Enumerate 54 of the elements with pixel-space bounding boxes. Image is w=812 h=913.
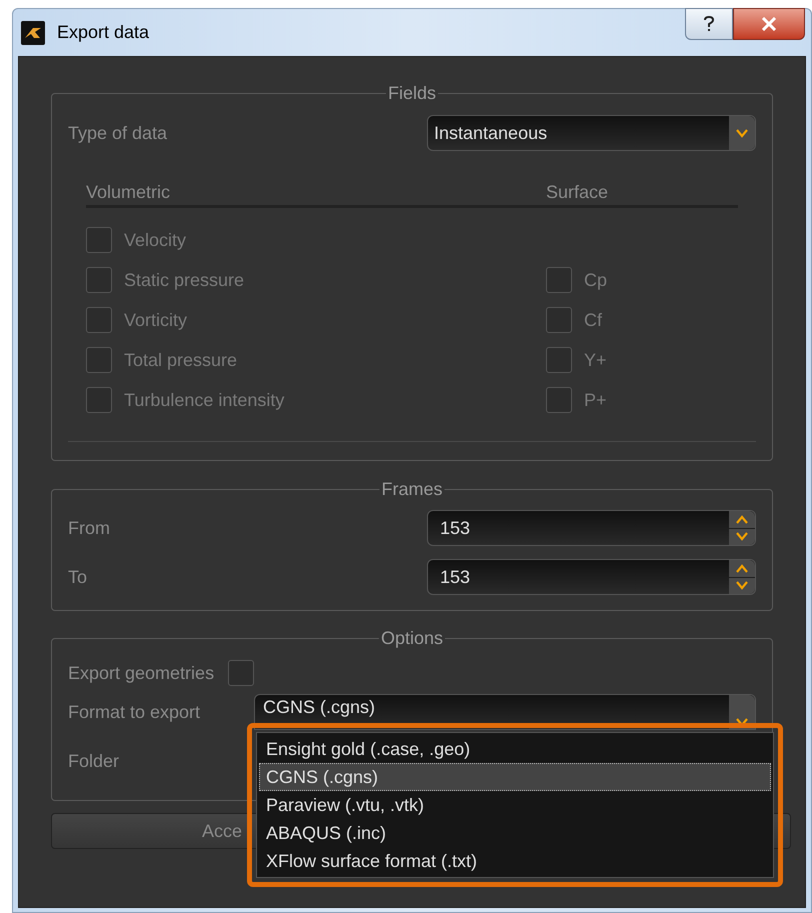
app-logo-icon bbox=[21, 20, 45, 44]
increment-button[interactable] bbox=[729, 560, 755, 576]
type-of-data-dropdown[interactable]: Instantaneous bbox=[427, 115, 756, 151]
checkbox-label: Cf bbox=[584, 308, 602, 332]
column-heading: Surface bbox=[546, 181, 608, 204]
checkbox[interactable] bbox=[86, 307, 112, 333]
checkbox[interactable] bbox=[546, 387, 572, 413]
spinbox-value: 153 bbox=[440, 516, 472, 540]
dropdown-option[interactable]: CGNS (.cgns) bbox=[259, 763, 771, 791]
decrement-button[interactable] bbox=[729, 528, 755, 545]
field-label: Format to export bbox=[68, 700, 202, 724]
chevron-down-icon bbox=[735, 532, 749, 542]
dropdown-value: Instantaneous bbox=[434, 122, 548, 144]
help-button[interactable] bbox=[685, 8, 733, 40]
close-icon bbox=[761, 17, 777, 31]
spinbox-value: 153 bbox=[440, 566, 472, 588]
checkbox-label: Total pressure bbox=[124, 348, 238, 372]
chevron-up-icon bbox=[735, 514, 749, 524]
field-label: Folder bbox=[68, 750, 120, 772]
checkbox[interactable] bbox=[86, 227, 112, 253]
chevron-down-icon bbox=[735, 128, 749, 138]
checkbox-label: P+ bbox=[584, 388, 607, 412]
dropdown-option[interactable]: ABAQUS (.inc) bbox=[259, 819, 771, 847]
checkbox-label: Y+ bbox=[584, 348, 607, 372]
chevron-up-icon bbox=[735, 564, 749, 573]
dropdown-value: CGNS (.cgns) bbox=[263, 697, 376, 717]
checkbox[interactable] bbox=[228, 660, 254, 686]
dropdown-option[interactable]: Paraview (.vtu, .vtk) bbox=[259, 791, 771, 819]
checkbox[interactable] bbox=[546, 267, 572, 293]
checkbox[interactable] bbox=[546, 347, 572, 373]
decrement-button[interactable] bbox=[729, 578, 755, 594]
checkbox-label: Turbulence intensity bbox=[124, 388, 284, 412]
field-label: From bbox=[68, 516, 111, 540]
chevron-down-icon bbox=[735, 581, 749, 590]
field-label: Type of data bbox=[68, 122, 168, 145]
checkbox-label: Vorticity bbox=[124, 308, 188, 332]
checkbox[interactable] bbox=[86, 387, 112, 413]
close-button[interactable] bbox=[733, 8, 805, 40]
checkbox[interactable] bbox=[546, 307, 572, 333]
checkbox[interactable] bbox=[86, 347, 112, 373]
dropdown-option[interactable]: Ensight gold (.case, .geo) bbox=[259, 735, 771, 763]
checkbox-label: Velocity bbox=[124, 228, 186, 252]
field-label: Export geometries bbox=[68, 662, 214, 685]
increment-button[interactable] bbox=[729, 511, 755, 528]
number-spinbox[interactable]: 153 bbox=[427, 559, 756, 595]
dropdown-option[interactable]: XFlow surface format (.txt) bbox=[259, 847, 771, 875]
checkbox-label: Static pressure bbox=[124, 268, 244, 292]
number-spinbox[interactable]: 153 bbox=[427, 510, 756, 546]
window-title: Export data bbox=[57, 21, 150, 44]
column-heading: Volumetric bbox=[86, 181, 172, 204]
field-label: To bbox=[68, 566, 88, 588]
checkbox-label: Cp bbox=[584, 268, 608, 292]
checkbox[interactable] bbox=[86, 267, 112, 293]
question-mark-icon bbox=[704, 16, 714, 32]
